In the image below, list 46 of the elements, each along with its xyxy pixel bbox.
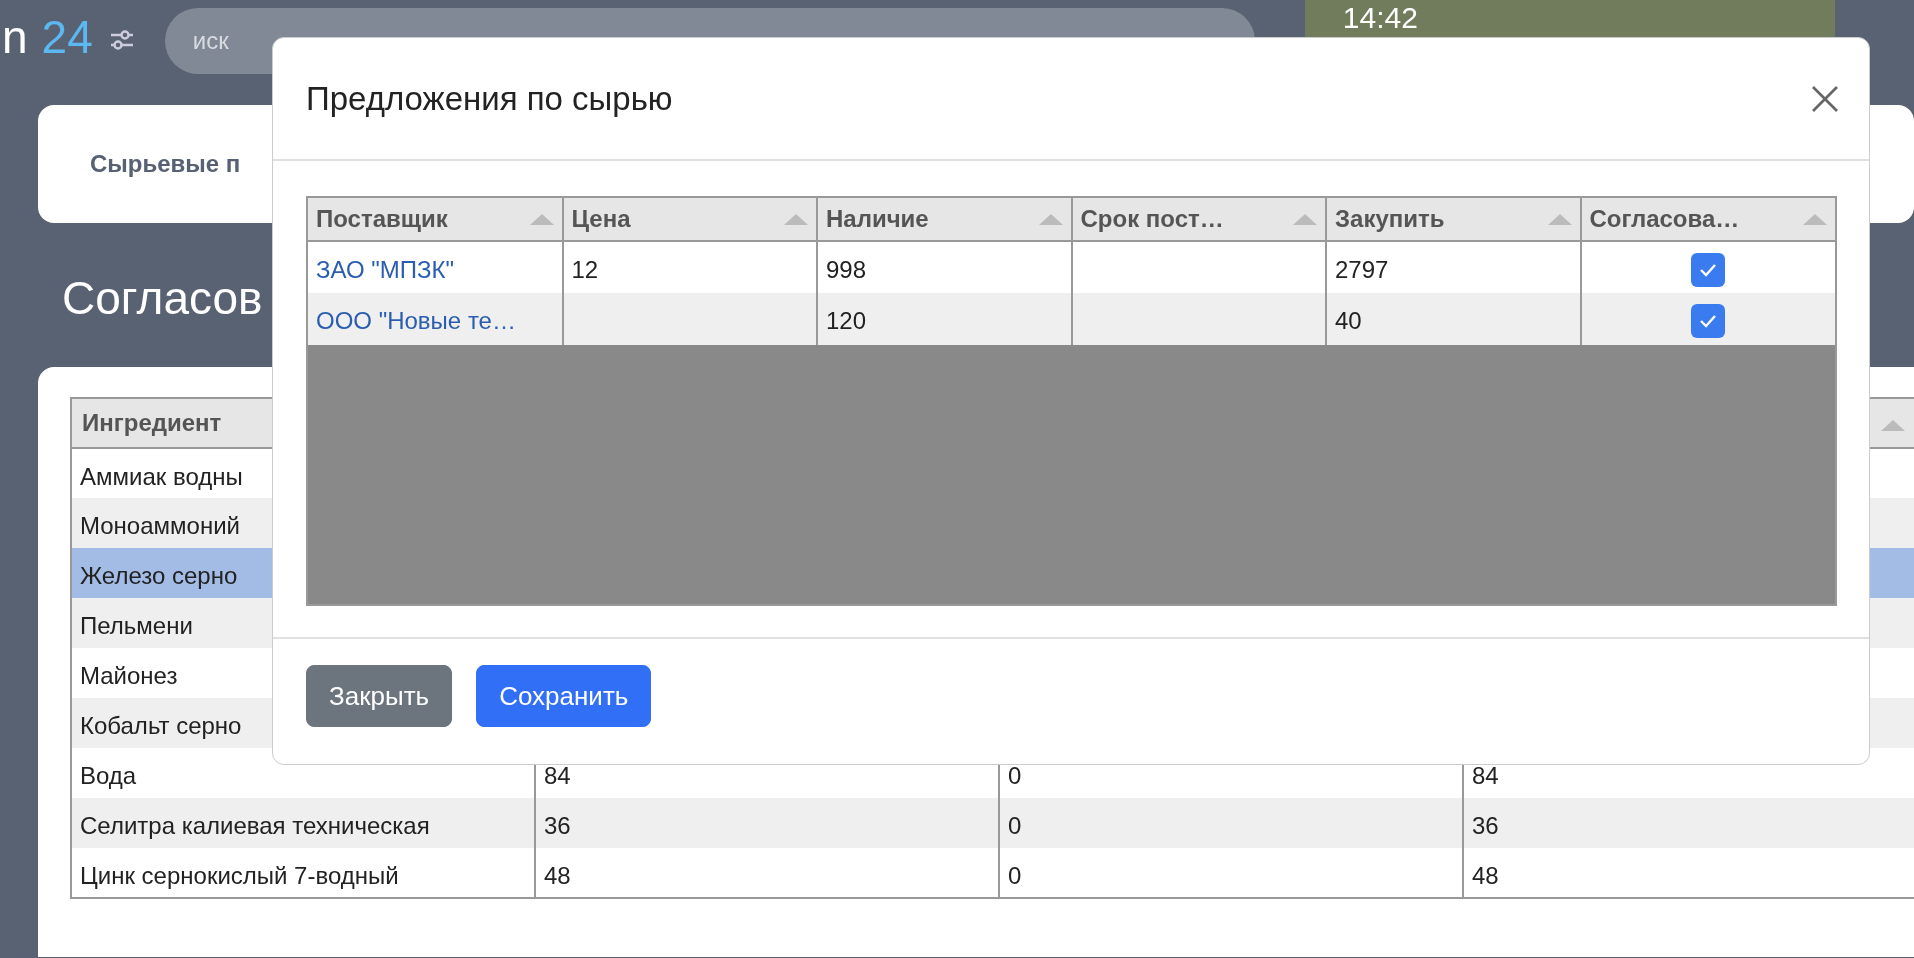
sort-arrow-icon[interactable] (529, 213, 554, 225)
modal-title: Предложения по сырью (306, 78, 673, 119)
save-button[interactable]: Сохранить (476, 665, 652, 727)
table-cell: 0 (1008, 812, 1022, 839)
close-button[interactable] (1811, 84, 1839, 113)
table-cell: Майонез (80, 662, 178, 689)
card-title: Сырьевые п (90, 149, 241, 179)
table-row[interactable]: Цинк сернокислый 7-водный 48 0 48 (71, 848, 1914, 898)
logo-text: n (2, 14, 28, 60)
sort-arrow-icon[interactable] (1038, 213, 1063, 225)
table-cell: 0 (1008, 861, 1022, 889)
checkbox[interactable] (1691, 253, 1726, 287)
logo-number: 24 (41, 14, 93, 60)
table-cell: 48 (1472, 861, 1499, 889)
sort-arrow-icon[interactable] (1881, 420, 1905, 431)
table-cell: Железо серно (80, 562, 238, 589)
table-cell: Вода (80, 762, 137, 789)
filter-settings-icon[interactable] (108, 28, 135, 52)
table-cell: Пельмени (80, 612, 193, 639)
column-header[interactable]: Цена (571, 201, 631, 237)
page-heading: Согласов (62, 275, 263, 321)
table-cell: Аммиак водны (80, 462, 243, 490)
table-cell: 40 (1335, 307, 1362, 334)
clock-time: 14:42 (1342, 3, 1419, 33)
sort-arrow-icon[interactable] (1803, 213, 1827, 225)
table-cell: 120 (826, 307, 867, 334)
table-cell: Селитра калиевая техническая (80, 812, 430, 839)
column-header[interactable]: Ингредиент (82, 409, 222, 436)
table-cell: 48 (544, 861, 571, 889)
table-cell: Цинк сернокислый 7-водный (80, 861, 399, 889)
table-cell: Кобальт серно (80, 712, 242, 739)
close-dialog-button[interactable]: Закрыть (306, 665, 453, 727)
checkmark-icon (1699, 314, 1718, 328)
table-cell: Моноаммоний (80, 512, 240, 539)
sort-arrow-icon[interactable] (1547, 213, 1572, 225)
table-cell: 84 (544, 762, 571, 789)
table-cell: 36 (1472, 812, 1499, 839)
table-cell: 2797 (1335, 256, 1389, 283)
table-cell: 36 (544, 812, 571, 839)
table-cell: 12 (571, 256, 599, 283)
table-cell: 0 (1008, 762, 1022, 789)
checkbox[interactable] (1691, 304, 1726, 338)
checkmark-icon (1699, 263, 1718, 277)
table-cell: 84 (1472, 762, 1499, 789)
table-cell: 998 (826, 256, 867, 283)
table-row[interactable]: Селитра калиевая техническая 36 0 36 (71, 798, 1914, 848)
